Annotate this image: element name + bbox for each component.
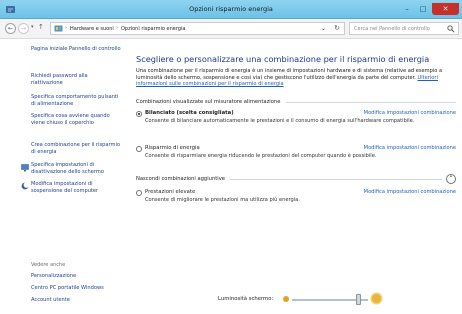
main-content: Scegliere o personalizzare una combinazi… — [126, 40, 462, 314]
section-hide-plans[interactable]: Nascondi combinazioni aggiuntive — [136, 176, 225, 182]
sidebar: Pagina iniziale Pannello di controllo Ri… — [0, 40, 126, 314]
recent-locations-icon[interactable]: ▾ — [31, 24, 34, 30]
plan-balanced: Bilanciato (scelta consigliata) Modifica… — [136, 110, 456, 134]
brightness-low-icon — [283, 296, 289, 302]
window-title: Opzioni risparmio energia — [189, 5, 273, 13]
plan-power-saver-name[interactable]: Risparmio di energia — [145, 145, 200, 151]
sidebar-link-personalization[interactable]: Personalizzazione — [31, 273, 76, 279]
plan-balanced-settings-link[interactable]: Modifica impostazioni combinazione — [364, 110, 456, 116]
plan-power-saver-settings-link[interactable]: Modifica impostazioni combinazione — [364, 145, 456, 151]
plan-high-performance-radio[interactable] — [136, 190, 142, 196]
address-bar[interactable]: › Hardware e suoni › Opzioni risparmio e… — [50, 22, 345, 35]
control-panel-icon — [54, 25, 63, 32]
plan-power-saver-radio[interactable] — [136, 146, 142, 152]
sidebar-link-control-panel-home[interactable]: Pagina iniziale Pannello di controllo — [31, 46, 121, 53]
plan-power-saver: Risparmio di energia Modifica impostazio… — [136, 145, 456, 163]
breadcrumb-hardware[interactable]: Hardware e suoni — [70, 26, 114, 32]
collapse-chevron-icon[interactable]: ⌃ — [446, 174, 456, 184]
sidebar-link-mobility-center[interactable]: Centro PC portatile Windows — [31, 285, 104, 291]
search-icon[interactable] — [447, 25, 455, 33]
plan-balanced-radio[interactable] — [136, 111, 142, 117]
search-box[interactable]: Cerca nel Pannello di controllo — [349, 22, 459, 35]
maximize-button[interactable]: □ — [416, 3, 430, 15]
sidebar-link-power-buttons[interactable]: Specifica comportamento pulsanti di alim… — [31, 94, 121, 107]
brightness-high-icon — [372, 294, 381, 303]
moon-icon — [21, 182, 29, 190]
minimize-button[interactable]: – — [400, 3, 414, 15]
back-button[interactable]: ← — [5, 23, 16, 34]
plan-high-performance-name[interactable]: Prestazioni elevate — [145, 189, 195, 195]
title-bar: Opzioni risparmio energia – □ ✕ — [0, 0, 462, 19]
plan-high-performance-desc: Consente di migliorare le prestazioni ma… — [145, 197, 300, 203]
see-also-heading: Vedere anche — [31, 262, 66, 268]
breadcrumb-power-options[interactable]: Opzioni risparmio energia — [121, 26, 185, 32]
search-placeholder: Cerca nel Pannello di controllo — [354, 26, 430, 32]
close-button[interactable]: ✕ — [432, 3, 459, 15]
intro-text: Una combinazione per il risparmio di ene… — [136, 68, 443, 81]
sidebar-link-require-password[interactable]: Richiedi password alla riattivazione — [31, 73, 121, 86]
up-button[interactable]: ↑ — [38, 23, 44, 31]
plan-balanced-desc: Consente di bilanciare automaticamente l… — [145, 118, 415, 124]
plan-high-performance: Prestazioni elevate Modifica impostazion… — [136, 189, 456, 207]
address-dropdown-icon[interactable]: ⌄ — [321, 25, 326, 32]
intro-paragraph: Una combinazione per il risparmio di ene… — [136, 68, 456, 88]
forward-button[interactable]: → — [18, 23, 29, 34]
sidebar-link-create-plan[interactable]: Crea combinazione per il risparmio di en… — [31, 142, 121, 155]
refresh-icon[interactable]: ↻ — [334, 24, 340, 32]
display-icon — [21, 164, 29, 172]
sidebar-link-user-accounts[interactable]: Account utente — [31, 297, 70, 303]
plan-balanced-name[interactable]: Bilanciato (scelta consigliata) — [145, 110, 234, 116]
sidebar-link-sleep-settings[interactable]: Modifica impostazioni di sospensione del… — [31, 181, 121, 194]
sidebar-link-lid-close[interactable]: Specifica cosa avviene quando viene chiu… — [31, 113, 121, 126]
section-shown-plans: Combinazioni visualizzate sul misuratore… — [136, 99, 281, 105]
page-title: Scegliere o personalizzare una combinazi… — [136, 54, 430, 64]
plan-high-performance-settings-link[interactable]: Modifica impostazioni combinazione — [364, 189, 456, 195]
breadcrumb-separator: › — [116, 25, 118, 31]
sidebar-link-display-off[interactable]: Specifica impostazioni di disattivazione… — [31, 162, 121, 175]
section-divider — [230, 179, 442, 180]
navigation-bar: ← → ▾ ↑ › Hardware e suoni › Opzioni ris… — [0, 19, 462, 39]
brightness-slider-thumb[interactable] — [356, 294, 362, 305]
section-divider — [286, 102, 456, 103]
plan-power-saver-desc: Consente di risparmiare energia riducend… — [145, 153, 377, 159]
brightness-label: Luminosità schermo: — [218, 296, 274, 302]
breadcrumb-separator: › — [65, 25, 67, 31]
